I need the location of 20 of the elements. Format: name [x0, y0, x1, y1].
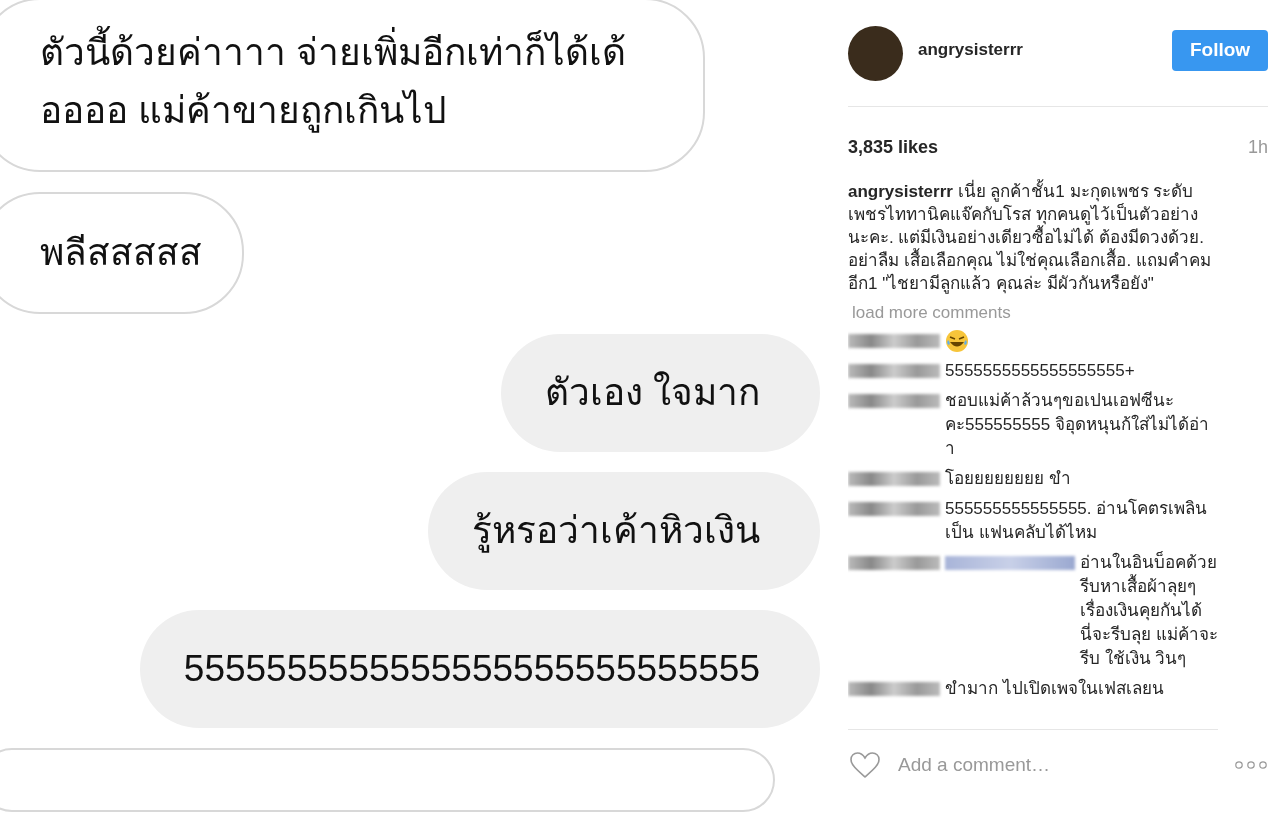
laughing-face-icon: [945, 329, 969, 353]
comment-text: ชอบแม่ค้าล้วนๆขอเปนเอฟซีนะคะ555555555 จิอุดหนุนก้ใส่ไม่ได้อ่าา: [945, 390, 1210, 460]
message-bubble: รู้หรอว่าเค้าหิวเงิน: [428, 472, 820, 590]
message-bubble: 5555555555555555555555555555: [139, 610, 820, 728]
post-time: 1h: [1247, 137, 1268, 158]
comment-text: 555555555555555. อ่านโคตรเพลิน เป็น แฟนคลับได้ไหม: [945, 497, 1209, 544]
message-bubble: ตัวนี้ด้วยค่าาาา จ่ายเพิ่มอีกเท่าก็ได้เด้ออออ แม่ค้าขายถูกเกินไป: [0, 0, 705, 172]
comment-text: อ่านในอินบ็อคด้วย รีบหาเสื้อผ้าลุยๆ เรื่องเงินคุยกันได้ นี่จะรีบลุย แม่ค้าจะรีบ ใช้เงิน วินๆ: [1080, 551, 1218, 670]
comment-text: โอยยยยยยยย ขำ: [945, 467, 1072, 490]
comment-input[interactable]: Add a comment…: [896, 753, 1220, 777]
likes-count[interactable]: 3,835 likes: [848, 137, 939, 158]
caption-text: angrysisterrr เนี่ย ลูกค้าชั้น1 มะกุดเพชร ระดับเพชรไททานิคแจ๊คกับโรส ทุกคนดูไว้เป็นตัวอย่างนะคะ. แต่มีเงินอย่างเดียวซื้อไม่ได้ ต้องมีดวงด้วย. อย่าลืม เสื้อเลือกคุณ ไม่ใช่คุณเลือกเสื้อ. แถมคำคมอีก1 "ไชยามีลูกแล้ว คุณล่ะ มีผัวกันหรือยัง": [848, 180, 1218, 295]
more-options-icon[interactable]: [1234, 760, 1268, 770]
username[interactable]: angrysisterrr: [918, 40, 1172, 60]
comment-text: ขำมาก ไปเปิดเพจในเฟสเลยน: [945, 677, 1165, 700]
message-bubble: พลีสสสสส: [0, 192, 244, 314]
comment-text: 5555555555555555555+: [945, 360, 1136, 382]
avatar[interactable]: [848, 25, 903, 81]
message-bubble: ตัวเอง ใจมาก: [500, 334, 820, 452]
heart-icon[interactable]: [848, 751, 882, 779]
